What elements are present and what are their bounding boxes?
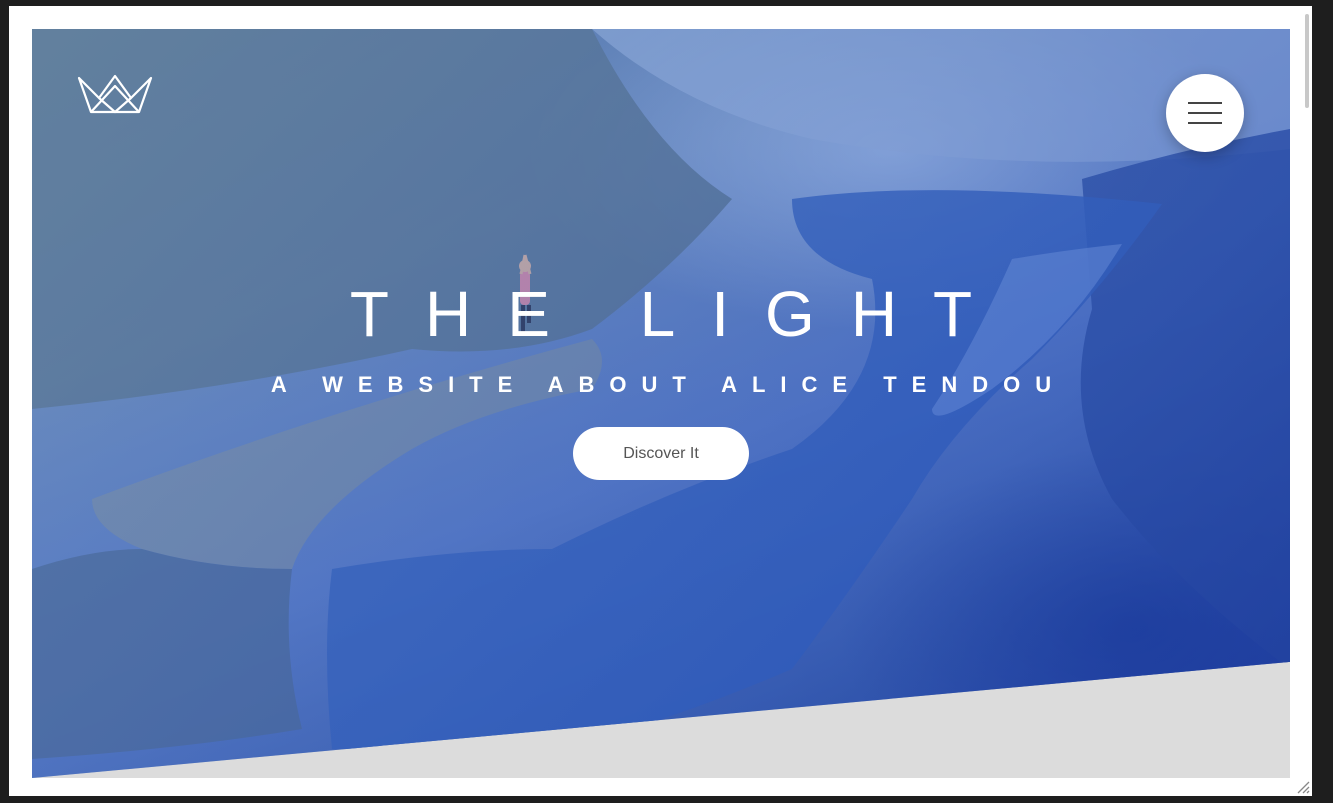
vertical-scrollbar[interactable] (1305, 14, 1309, 108)
hamburger-menu-icon-line-bottom (1188, 122, 1222, 124)
hamburger-menu-icon-line-top (1188, 102, 1222, 104)
hero-color-overlay (32, 29, 1290, 778)
hero-subtitle: A WEBSITE ABOUT ALICE TENDOU (270, 372, 1067, 397)
discover-it-button[interactable]: Discover It (573, 427, 749, 480)
resize-grip-icon[interactable] (1296, 780, 1310, 794)
browser-viewport: THE LIGHT A WEBSITE ABOUT ALICE TENDOU D… (9, 6, 1312, 796)
hero-background-image (32, 29, 1290, 778)
hamburger-menu-button[interactable] (1166, 74, 1244, 152)
crown-logo-icon[interactable] (77, 74, 153, 114)
hero-title: THE LIGHT (349, 278, 1009, 350)
hero-section: THE LIGHT A WEBSITE ABOUT ALICE TENDOU D… (32, 29, 1290, 778)
hamburger-menu-icon-line-middle (1188, 112, 1222, 114)
